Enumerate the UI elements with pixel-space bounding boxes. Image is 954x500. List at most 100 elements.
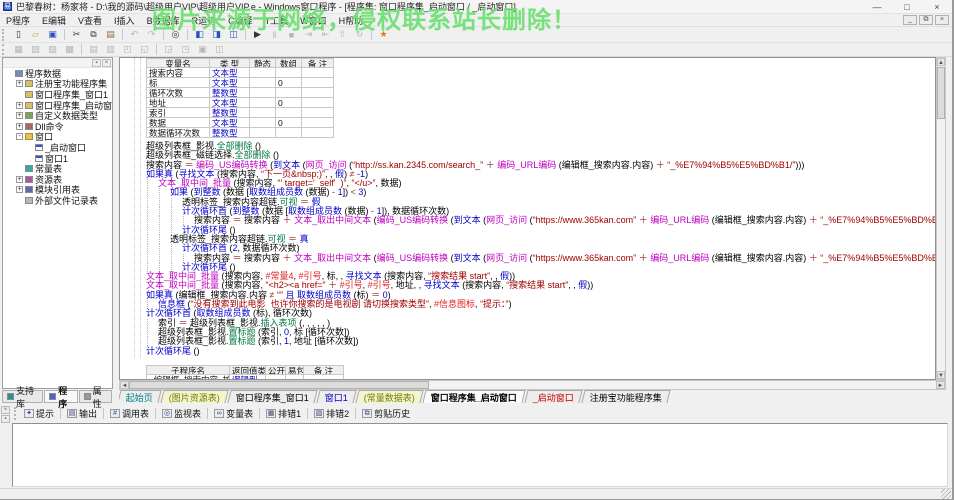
- pin-icon[interactable]: ▪: [92, 58, 101, 67]
- table-row[interactable]: 索引 整数型: [146, 108, 334, 118]
- code-token: (索引,: [255, 336, 285, 347]
- scroll-right-icon[interactable]: ►: [936, 381, 945, 389]
- table-row[interactable]: 标文本型 0: [146, 78, 334, 88]
- output-close-icon[interactable]: ×: [1, 406, 10, 414]
- table-row[interactable]: 地址 文本型 0: [146, 98, 334, 108]
- table-row[interactable]: 搜索内容 文本型: [146, 68, 334, 78]
- bottom-tool-4[interactable]: ∞ 变量表: [214, 407, 253, 420]
- window-code-icon[interactable]: ◧: [192, 28, 207, 41]
- menu-item-2[interactable]: V查看: [72, 16, 108, 26]
- doc-tab-1[interactable]: (图片资源表): [160, 390, 229, 403]
- doc-tab-0[interactable]: 起始页: [119, 390, 162, 403]
- table-row[interactable]: 循环次数 整数型: [146, 88, 334, 98]
- horizontal-scrollbar[interactable]: ◄ ►: [119, 380, 946, 390]
- bottom-tool-7[interactable]: ⧉ 剪贴历史: [362, 407, 410, 420]
- menu-item-9[interactable]: H帮助: [333, 16, 370, 26]
- maximize-button[interactable]: □: [892, 0, 922, 13]
- code-token: (编辑框_搜索内容.内容): [709, 215, 809, 226]
- table-row[interactable]: 数据 文本型 0: [146, 118, 334, 128]
- toolbar-grip: [2, 28, 7, 41]
- menu-item-1[interactable]: E编辑: [36, 16, 72, 26]
- menu-item-6[interactable]: C编译: [222, 16, 259, 26]
- menu-item-8[interactable]: W窗口: [294, 16, 333, 26]
- panel-close-icon[interactable]: ×: [102, 58, 111, 67]
- copy-icon[interactable]: ⧉: [86, 28, 101, 41]
- menu-item-0[interactable]: P程序: [0, 16, 36, 26]
- doc-tab-3[interactable]: 窗口1: [316, 390, 357, 403]
- doc-tab-5[interactable]: 窗口程序集_启动窗口: [422, 390, 526, 403]
- expand-icon[interactable]: +: [16, 175, 23, 183]
- find-icon[interactable]: ◎: [168, 28, 183, 41]
- expand-icon[interactable]: +: [16, 101, 23, 109]
- close-button[interactable]: ×: [922, 0, 952, 13]
- menu-item-7[interactable]: T工具: [259, 16, 295, 26]
- cut-icon[interactable]: ✂: [69, 28, 84, 41]
- bottom-tool-6[interactable]: ▧ 排错2: [314, 407, 349, 420]
- menu-item-3[interactable]: I插入: [108, 16, 141, 26]
- table-cell: [302, 108, 334, 118]
- code-token: 寻找文本: [423, 280, 460, 291]
- paste-icon[interactable]: ▤: [103, 28, 118, 41]
- vertical-scroll-thumb[interactable]: [937, 67, 945, 119]
- toolbar-separator: [307, 408, 309, 419]
- run-icon[interactable]: ▶: [250, 28, 265, 41]
- expand-icon[interactable]: +: [16, 186, 23, 194]
- indent-guide: [159, 234, 170, 244]
- window-split-icon[interactable]: ◫: [226, 28, 241, 41]
- bottom-tool-label: 监视表: [174, 409, 202, 419]
- window-form-icon[interactable]: ◨: [209, 28, 224, 41]
- window-icon: [35, 143, 43, 151]
- tree-item-5[interactable]: + Dll命令: [3, 121, 112, 132]
- table-row[interactable]: 数据循环次数 整数型: [146, 128, 334, 138]
- save-icon[interactable]: ▣: [45, 28, 60, 41]
- window-icon: [35, 154, 43, 162]
- resize-grip-icon[interactable]: [941, 489, 951, 499]
- bottom-tool-5[interactable]: ▦ 排错1: [266, 407, 301, 420]
- expand-icon[interactable]: +: [16, 112, 23, 120]
- assistant-icon[interactable]: ★: [376, 28, 391, 41]
- panel-tab-支持库[interactable]: 支持库: [2, 386, 44, 409]
- mdi-minimize-icon[interactable]: _: [903, 15, 917, 25]
- indent-guide: [159, 216, 170, 226]
- table-cell: 循环次数: [146, 88, 210, 98]
- doc-tab-label: 窗口程序集_窗口1: [235, 392, 309, 403]
- bottom-tool-2[interactable]: # 调用表: [110, 407, 149, 420]
- project-tree-panel: ▪ × 程序数据 + 注册宝功能程序集 窗口程序集_窗口1 + 窗口程序集_启动窗口 + 自定…: [2, 57, 113, 389]
- bottom-tool-1[interactable]: ▤ 输出: [67, 407, 97, 420]
- doc-tab-6[interactable]: _启动窗口: [524, 390, 583, 403]
- mdi-close-icon[interactable]: ×: [935, 15, 949, 25]
- panel-tab-属性[interactable]: 属性: [78, 386, 113, 409]
- scroll-left-icon[interactable]: ◄: [120, 381, 129, 389]
- scroll-up-icon[interactable]: ▲: [937, 58, 945, 66]
- code-token: “https://www.365kan.com”: [532, 215, 637, 226]
- folder-icon: [25, 133, 33, 141]
- output-pin-icon[interactable]: ▪: [1, 415, 10, 423]
- menu-item-4[interactable]: B数据库: [141, 16, 186, 26]
- bottom-tool-0[interactable]: ✦ 提示: [24, 407, 54, 420]
- doc-tab-4[interactable]: (常量数据表): [355, 390, 424, 403]
- mdi-restore-icon[interactable]: ⧉: [919, 15, 933, 25]
- code-token: ＋: [808, 252, 818, 263]
- expand-icon[interactable]: +: [16, 80, 23, 88]
- properties-icon: [83, 393, 91, 400]
- scroll-down-icon[interactable]: ▼: [937, 371, 945, 379]
- new-icon[interactable]: ▯: [11, 28, 26, 41]
- collapse-icon[interactable]: -: [16, 133, 23, 141]
- menu-item-5[interactable]: R运行: [186, 16, 223, 26]
- code-line-12: 搜索内容 ＝ 搜索内容 ＋ 文本_取出中间文本 (编码_US编码转换 (到文本 …: [146, 252, 935, 263]
- output-pane-grip: × ▪: [0, 405, 11, 487]
- vertical-scrollbar[interactable]: ▲ ▼: [936, 57, 946, 380]
- code-editor[interactable]: 变量名类 型静态 数组备 注搜索内容 文本型标文本型 0 循环次数 整数型 地址 文本型 0 索引…: [119, 57, 936, 380]
- panel-tab-程序[interactable]: 程序: [44, 386, 78, 409]
- output-panel[interactable]: [12, 423, 948, 487]
- expand-icon[interactable]: +: [16, 122, 23, 130]
- code-token: 计次循环尾: [146, 345, 192, 356]
- doc-tab-7[interactable]: 注册宝功能程序集: [581, 390, 671, 403]
- open-icon[interactable]: ▱: [28, 28, 43, 41]
- indent-guide: [171, 253, 182, 263]
- horizontal-scroll-thumb[interactable]: [129, 381, 429, 389]
- doc-tab-2[interactable]: 窗口程序集_窗口1: [227, 390, 318, 403]
- bottom-tool-3[interactable]: ◎ 监视表: [162, 407, 201, 420]
- tree-item-12[interactable]: 外部文件记录表: [3, 195, 112, 206]
- minimize-button[interactable]: —: [862, 0, 892, 13]
